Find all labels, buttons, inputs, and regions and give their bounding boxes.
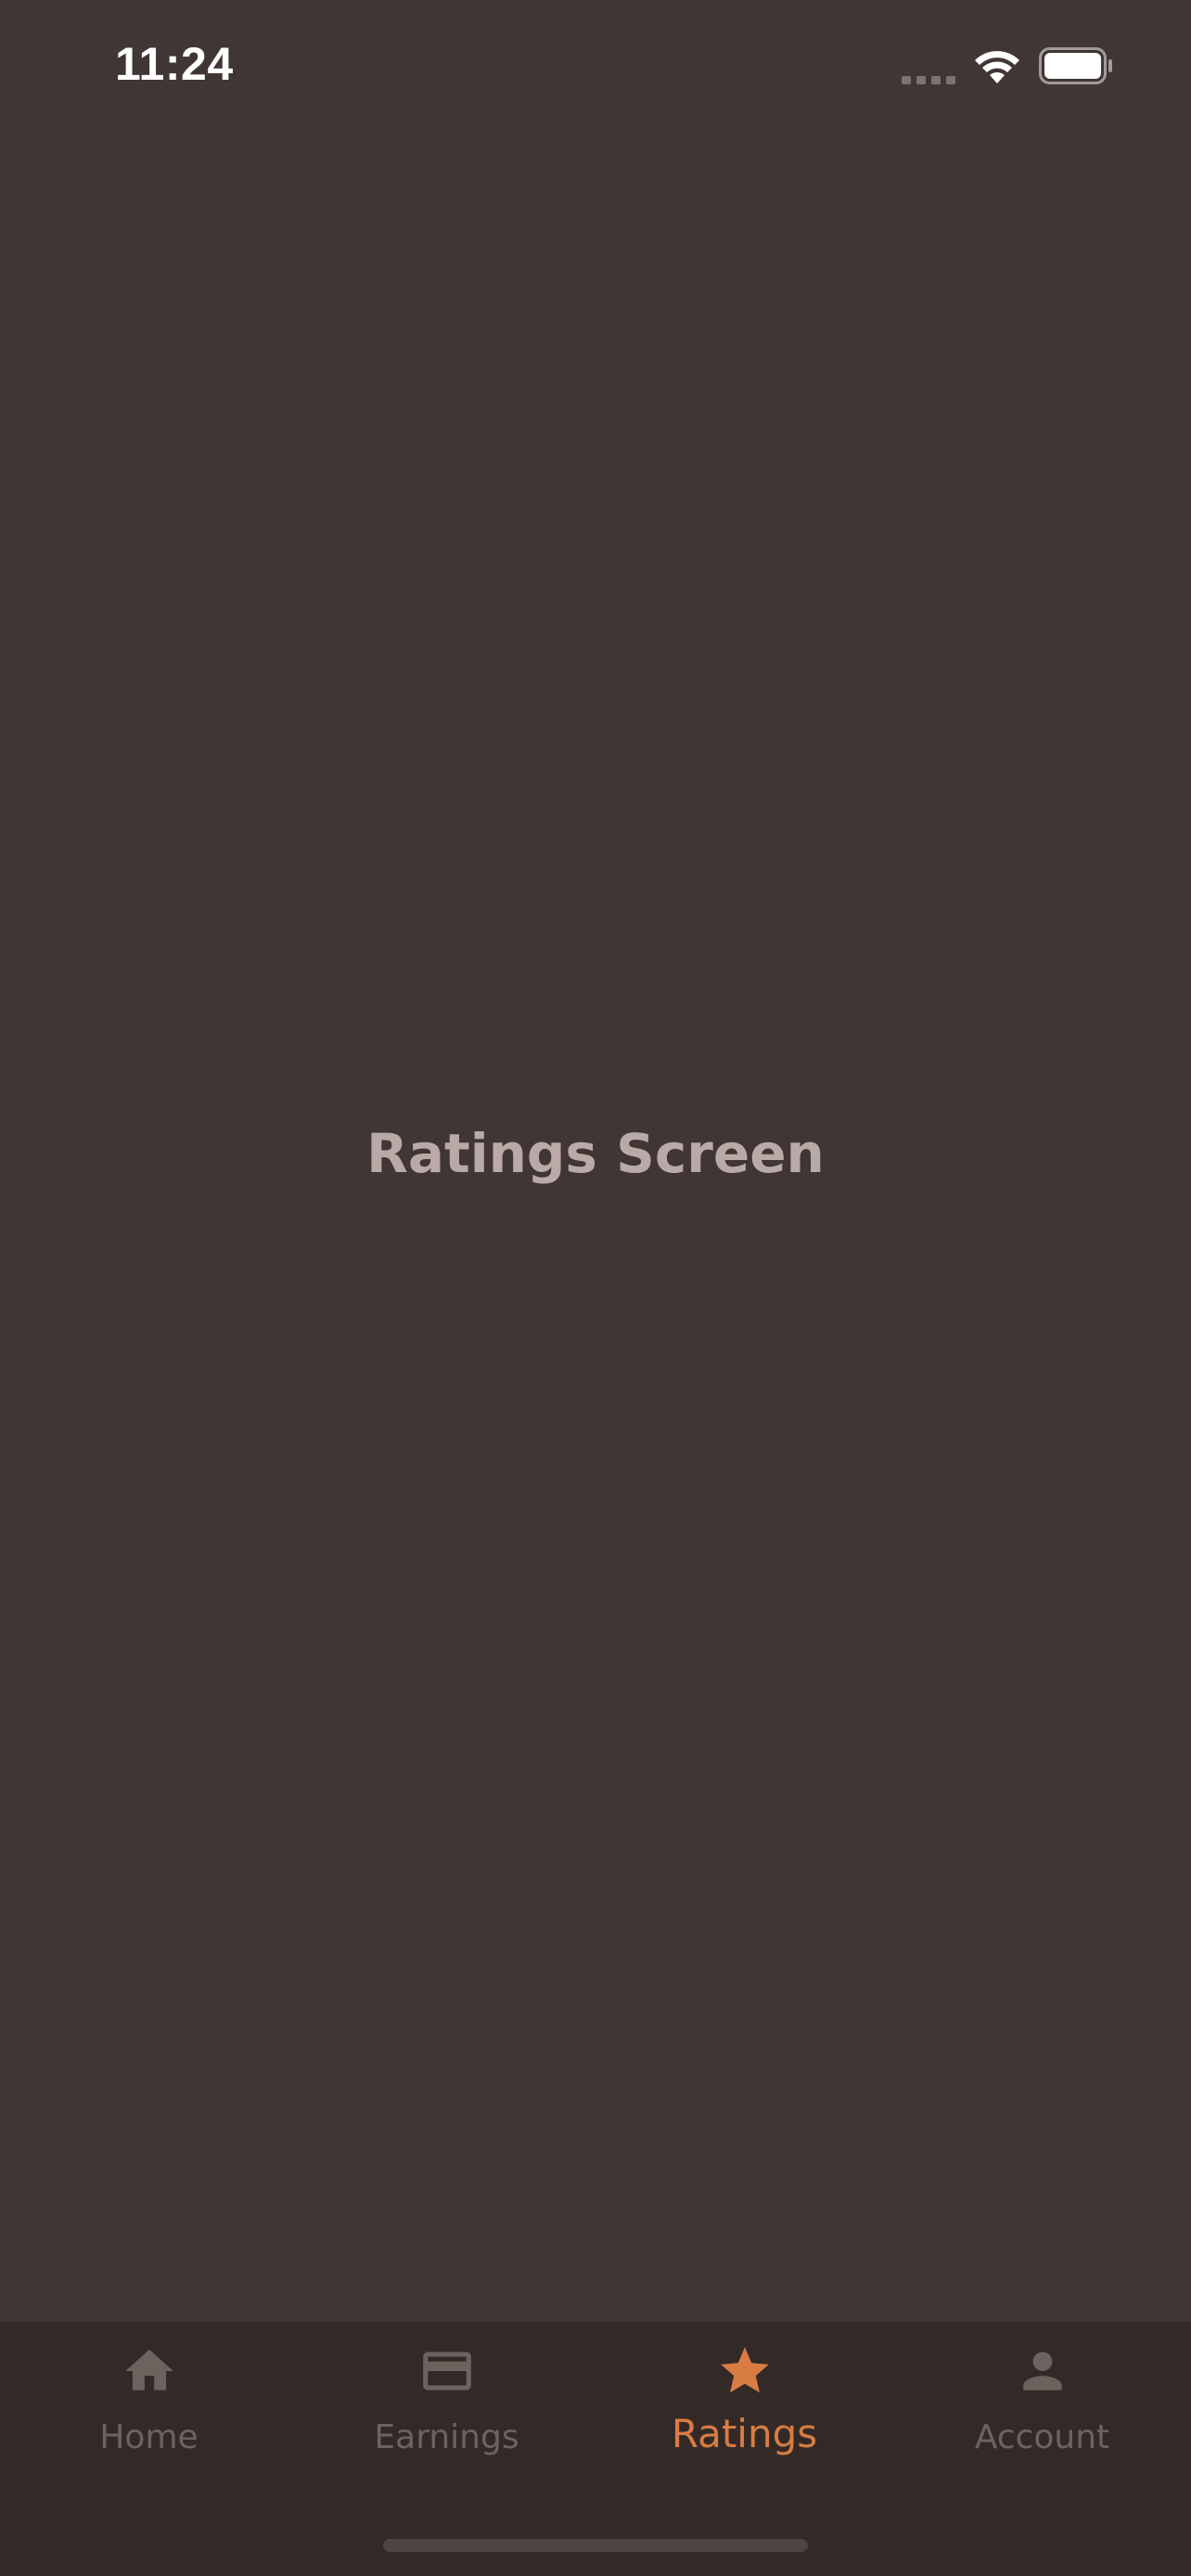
tab-earnings[interactable]: Earnings — [298, 2322, 596, 2489]
tab-ratings[interactable]: Ratings — [596, 2322, 893, 2489]
tab-earnings-label: Earnings — [374, 2418, 519, 2456]
credit-card-icon — [423, 2352, 471, 2391]
battery-icon — [1039, 47, 1112, 84]
tab-ratings-label: Ratings — [671, 2411, 818, 2456]
tab-home-label: Home — [99, 2418, 198, 2456]
status-time: 11:24 — [115, 38, 234, 90]
screen-title: Ratings Screen — [366, 1122, 825, 1185]
wifi-icon — [975, 51, 1019, 83]
tab-account[interactable]: Account — [893, 2322, 1191, 2489]
home-icon — [125, 2349, 173, 2391]
tab-home[interactable]: Home — [0, 2322, 298, 2489]
tab-bar: Home Earnings Ratings Account — [0, 2322, 1191, 2576]
app-screen: 11:24 Ratings Screen Home Earnings Ratin… — [0, 0, 1191, 2576]
tab-account-label: Account — [974, 2418, 1110, 2456]
star-icon — [721, 2347, 769, 2393]
signal-dots-icon — [902, 72, 957, 85]
main-content: Ratings Screen — [0, 139, 1191, 2322]
home-indicator[interactable] — [383, 2539, 808, 2552]
status-bar: 11:24 — [0, 0, 1191, 139]
person-icon — [1023, 2352, 1062, 2391]
